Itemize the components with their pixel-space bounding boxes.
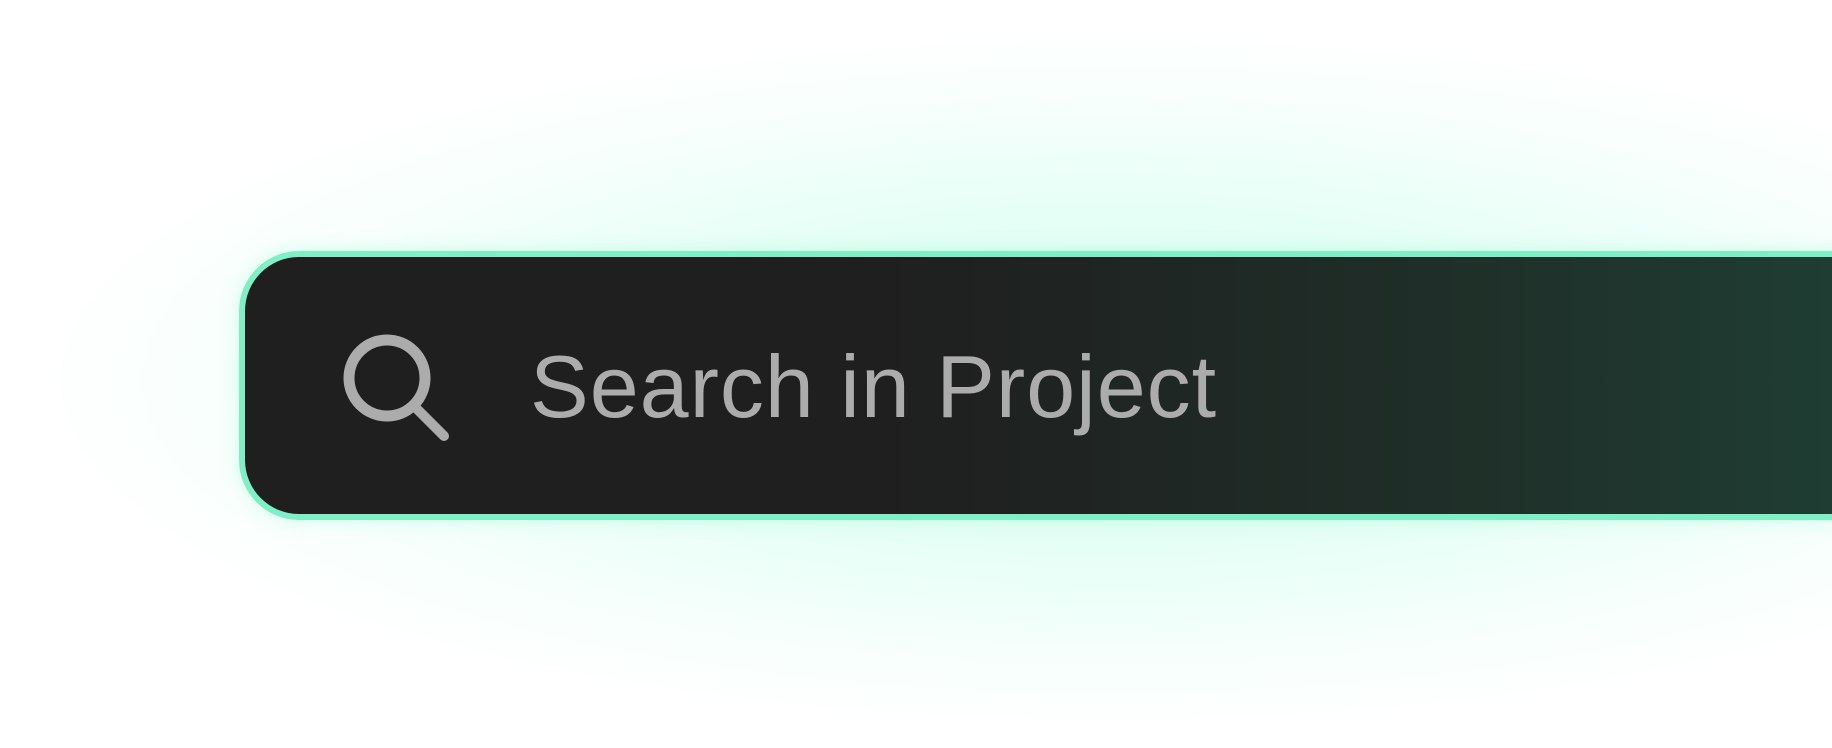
search-bar[interactable]: Search in Project [239,251,1832,520]
search-icon [342,333,454,445]
page: Search in Project [0,0,1832,748]
search-placeholder: Search in Project [530,337,1218,436]
